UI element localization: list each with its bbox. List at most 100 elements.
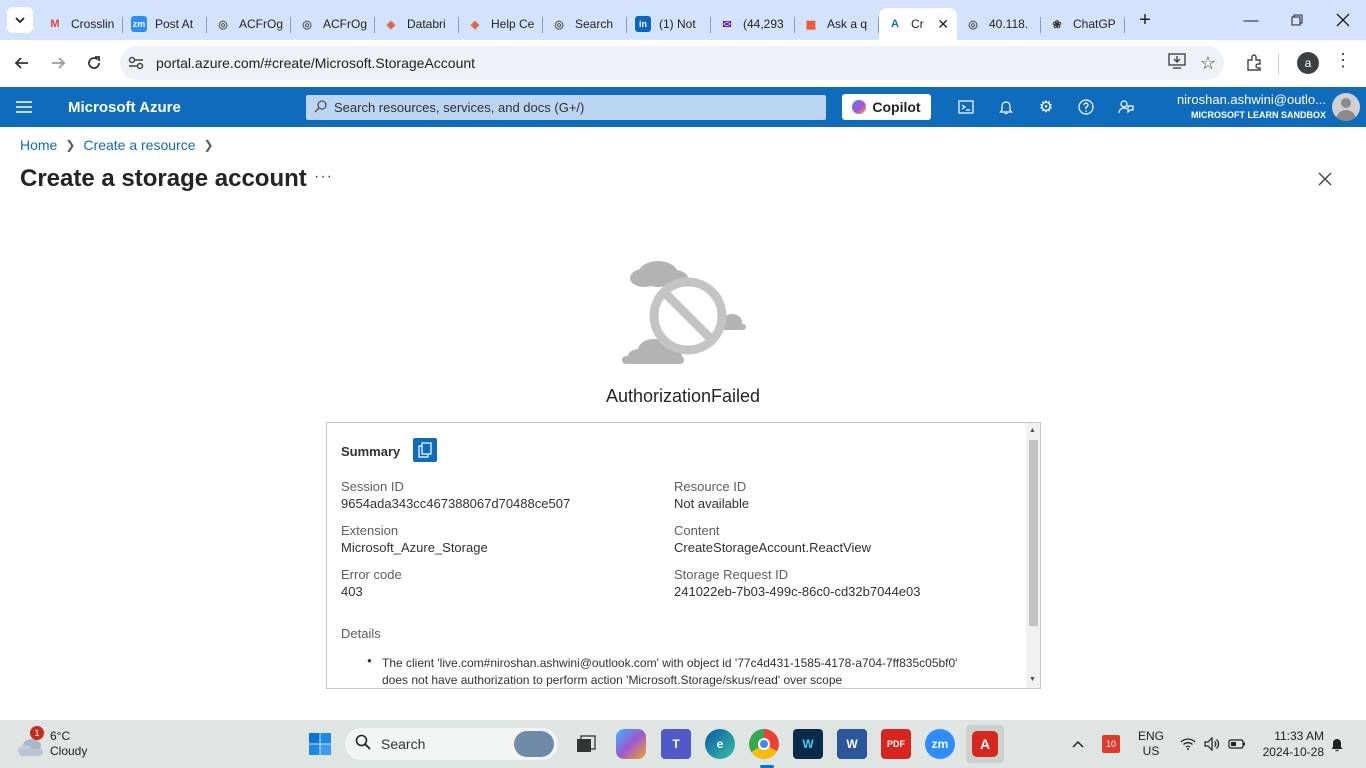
back-button[interactable] <box>4 45 40 81</box>
weather-condition: Cloudy <box>50 744 88 758</box>
teams-icon[interactable]: T <box>661 729 691 759</box>
azure-search-placeholder: Search resources, services, and docs (G+… <box>334 100 585 115</box>
account-info[interactable]: niroshan.ashwini@outlo... MICROSOFT LEAR… <box>1177 92 1326 120</box>
browser-tab[interactable]: ◎ Search <box>543 8 627 40</box>
browser-toolbar: portal.azure.com/#create/Microsoft.Stora… <box>0 40 1366 86</box>
address-bar[interactable]: portal.azure.com/#create/Microsoft.Stora… <box>120 46 1224 80</box>
azure-icon: A <box>891 18 899 30</box>
globe-icon: ◎ <box>218 18 228 31</box>
system-tray-status[interactable] <box>1180 720 1246 768</box>
copy-summary-button[interactable] <box>413 438 437 462</box>
browser-tab-label: Cr <box>911 17 924 31</box>
acrobat-icon-container[interactable]: A <box>966 725 1004 763</box>
webex-icon[interactable]: W <box>793 729 823 759</box>
panel-scrollbar[interactable]: ▲ ▼ <box>1026 423 1040 688</box>
calendar-tray-icon[interactable]: 10 <box>1102 720 1120 768</box>
language-indicator[interactable]: ENG US <box>1138 720 1164 768</box>
chrome-icon[interactable] <box>749 729 779 759</box>
calendar-badge: 10 <box>1102 735 1120 753</box>
clock[interactable]: 11:33 AM 2024-10-28 <box>1263 728 1324 760</box>
chevron-right-icon: ❯ <box>203 138 214 152</box>
account-avatar[interactable] <box>1332 93 1360 121</box>
feedback-icon[interactable] <box>1106 87 1146 127</box>
site-info-icon[interactable] <box>120 56 152 70</box>
mail-icon: ✉ <box>722 18 732 31</box>
copilot-label: Copilot <box>872 99 921 115</box>
extensions-icon[interactable] <box>1236 45 1272 81</box>
more-options-button[interactable]: ··· <box>314 168 333 186</box>
browser-tab[interactable]: M Crosslin <box>39 8 123 40</box>
gmail-icon: M <box>50 18 60 30</box>
weather-widget[interactable]: 1 6°C Cloudy <box>14 726 104 760</box>
close-blade-button[interactable] <box>1318 166 1332 192</box>
chevron-right-icon: ❯ <box>65 138 76 152</box>
weather-badge: 1 <box>30 726 44 740</box>
tab-search-button[interactable] <box>7 7 33 33</box>
globe-icon: ◎ <box>302 18 312 31</box>
scroll-down-arrow-icon[interactable]: ▼ <box>1029 676 1036 683</box>
start-windows-icon[interactable] <box>305 729 335 759</box>
settings-gear-icon[interactable]: ⚙ <box>1026 87 1066 127</box>
copilot-app-icon[interactable] <box>616 729 646 759</box>
browser-tab[interactable]: ◎ ACFrOg <box>207 8 291 40</box>
breadcrumb: Home ❯ Create a resource ❯ <box>20 137 222 153</box>
pdf-editor-icon[interactable]: PDF <box>881 729 911 759</box>
portal-menu-button[interactable] <box>0 87 48 127</box>
close-tab-icon[interactable]: ✕ <box>937 16 949 33</box>
browser-tab[interactable]: ◎ ACFrOg <box>291 8 375 40</box>
details-label: Details <box>341 626 381 641</box>
browser-tab-label: (44,293 <box>743 17 784 31</box>
install-app-icon[interactable] <box>1168 52 1186 74</box>
scroll-up-arrow-icon[interactable]: ▲ <box>1029 427 1036 434</box>
close-window-button[interactable] <box>1320 0 1366 40</box>
azure-header: Microsoft Azure Search resources, servic… <box>0 87 1366 127</box>
scrollbar-thumb[interactable] <box>1029 440 1038 626</box>
browser-tab[interactable]: ◈ Databri <box>375 8 459 40</box>
azure-search-input[interactable]: Search resources, services, and docs (G+… <box>306 95 826 120</box>
minimize-button[interactable]: — <box>1228 0 1274 40</box>
browser-tab[interactable]: ◈ Help Ce <box>459 8 543 40</box>
profile-avatar[interactable]: a <box>1297 52 1319 74</box>
breadcrumb-home[interactable]: Home <box>20 137 57 153</box>
azure-brand[interactable]: Microsoft Azure <box>68 99 286 116</box>
word-icon[interactable]: W <box>837 729 867 759</box>
databricks-icon: ◈ <box>470 18 480 31</box>
taskbar-search[interactable]: Search <box>345 728 558 760</box>
show-hidden-icons-button[interactable] <box>1071 720 1085 768</box>
help-icon[interactable] <box>1066 87 1106 127</box>
browser-tab[interactable]: ▦ Ask a q <box>795 8 879 40</box>
new-tab-button[interactable]: + <box>1131 6 1159 34</box>
copy-icon <box>418 442 432 458</box>
browser-tab[interactable]: in (1) Not <box>627 8 711 40</box>
task-view-icon[interactable] <box>571 729 601 759</box>
browser-tab[interactable]: zm Post At <box>123 8 207 40</box>
globe-icon: ◎ <box>968 18 978 31</box>
browser-menu-icon[interactable]: ⋮ <box>1334 50 1352 71</box>
chevron-down-icon <box>15 17 25 24</box>
session-id-label: Session ID <box>341 479 404 494</box>
forward-button[interactable] <box>40 45 76 81</box>
wifi-icon <box>1180 738 1196 750</box>
breadcrumb-create-resource[interactable]: Create a resource <box>83 137 195 153</box>
edge-icon[interactable]: e <box>705 729 735 759</box>
restore-button[interactable] <box>1274 0 1320 40</box>
bookmark-star-icon[interactable]: ☆ <box>1200 53 1216 74</box>
browser-tab-strip: M Crosslin zm Post At ◎ ACFrOg ◎ ACFrOg ◈ Databri… <box>0 0 1366 40</box>
browser-tab[interactable]: ◎ 40.118. <box>957 8 1041 40</box>
error-code-label: Error code <box>341 567 402 582</box>
zoom-icon[interactable]: zm <box>925 729 955 759</box>
notifications-icon[interactable] <box>986 87 1026 127</box>
browser-tab[interactable]: A Cr ✕ <box>879 8 957 40</box>
browser-tab[interactable]: ❀ ChatGP <box>1041 8 1125 40</box>
cloud-shell-icon[interactable] <box>946 87 986 127</box>
copilot-button[interactable]: Copilot <box>842 94 931 120</box>
browser-tab-label: Post At <box>155 17 194 31</box>
browser-tab[interactable]: ✉ (44,293 <box>711 8 795 40</box>
notification-bell-icon[interactable] <box>1330 720 1344 768</box>
browser-tab-label: ACFrOg <box>239 17 283 31</box>
browser-tab-label: Help Ce <box>491 17 535 31</box>
storage-request-id-label: Storage Request ID <box>674 567 789 582</box>
browser-tab-label: ChatGP <box>1073 17 1116 31</box>
reload-button[interactable] <box>76 45 112 81</box>
close-icon <box>1336 13 1350 27</box>
